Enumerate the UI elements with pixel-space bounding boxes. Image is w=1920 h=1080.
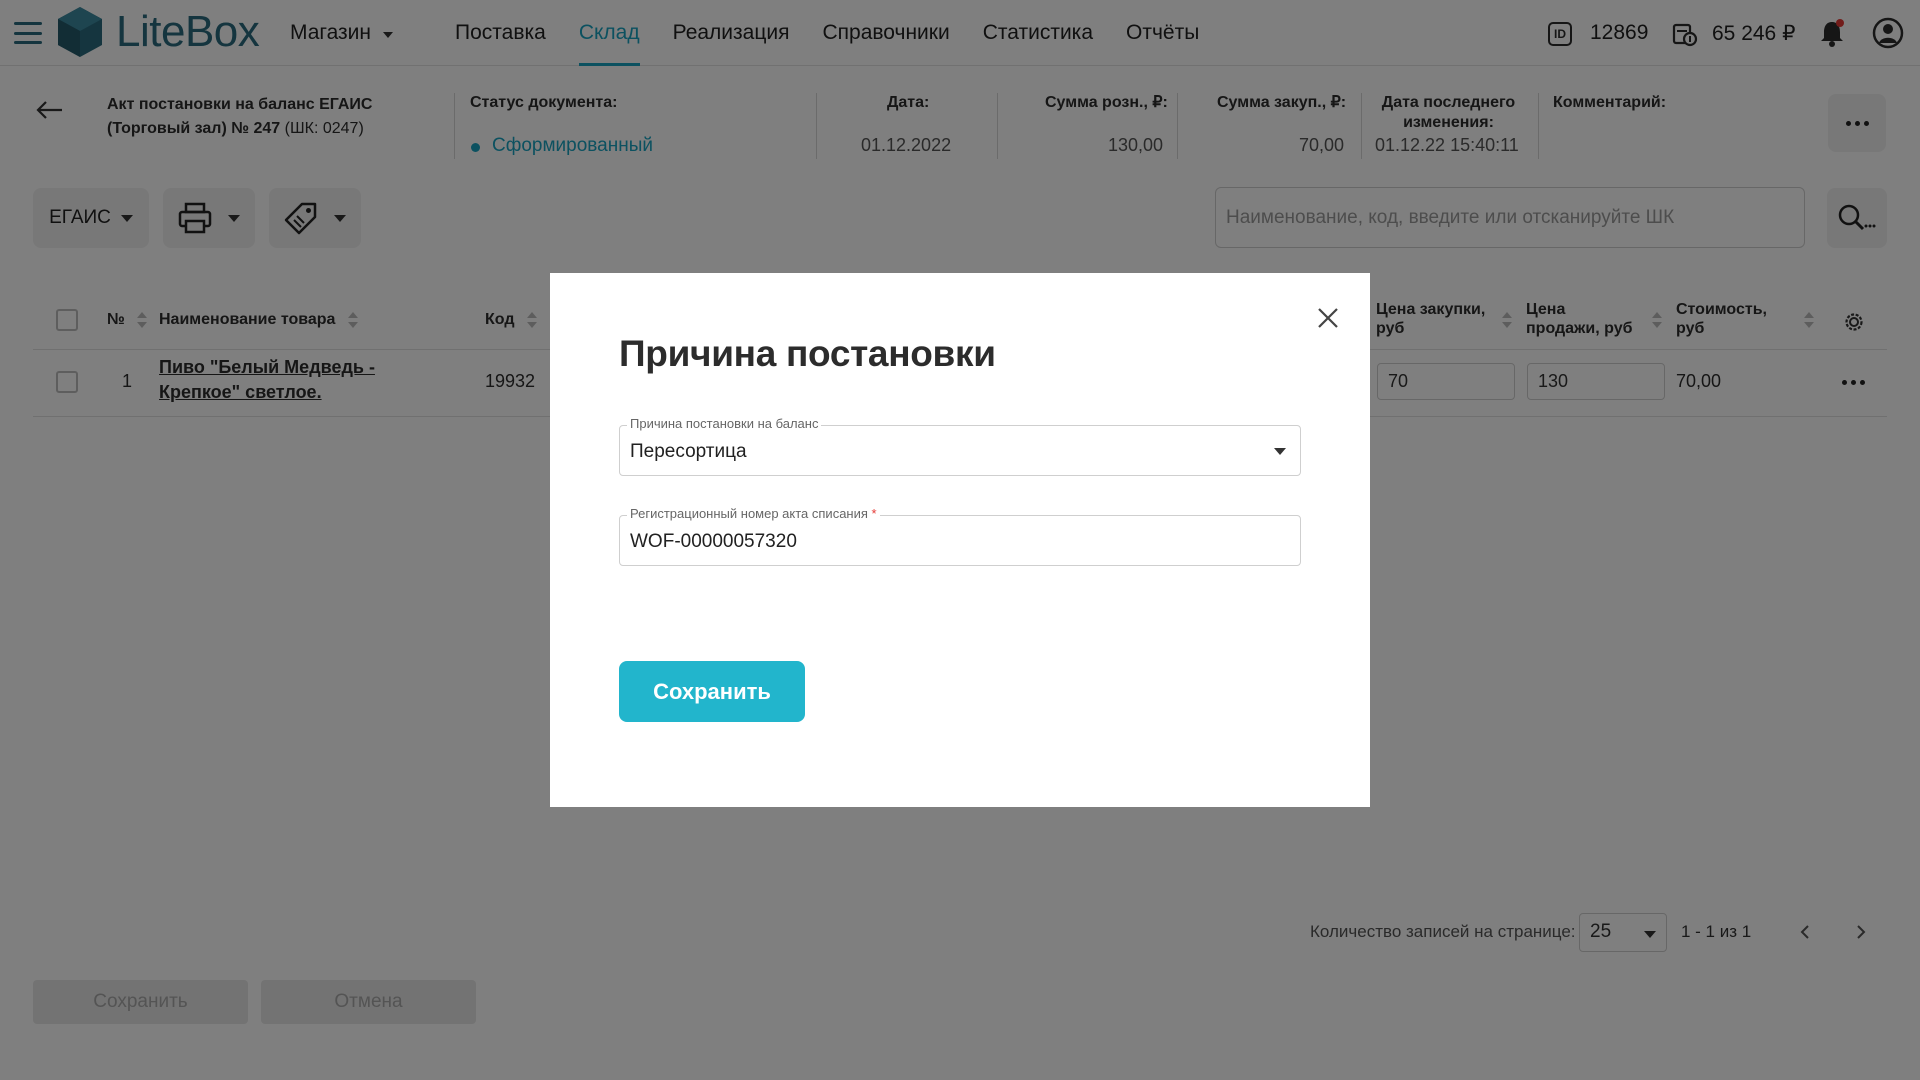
registration-number-field[interactable]: Регистрационный номер акта списания * WO… (619, 506, 1301, 566)
reason-modal: Причина постановки Причина постановки на… (550, 273, 1370, 807)
reason-value: Пересортица (630, 441, 747, 462)
registration-number-label: Регистрационный номер акта списания * (627, 506, 880, 522)
close-icon[interactable] (1315, 305, 1341, 331)
registration-number-value: WOF-00000057320 (630, 531, 797, 552)
reason-select[interactable]: Причина постановки на баланс Пересортица (619, 416, 1301, 476)
modal-save-button[interactable]: Сохранить (619, 661, 805, 722)
caret-down-icon (1274, 448, 1286, 455)
registration-number-label-text: Регистрационный номер акта списания (630, 506, 868, 521)
modal-title: Причина постановки (619, 333, 996, 374)
reason-label: Причина постановки на баланс (627, 416, 822, 432)
required-mark: * (871, 506, 877, 521)
